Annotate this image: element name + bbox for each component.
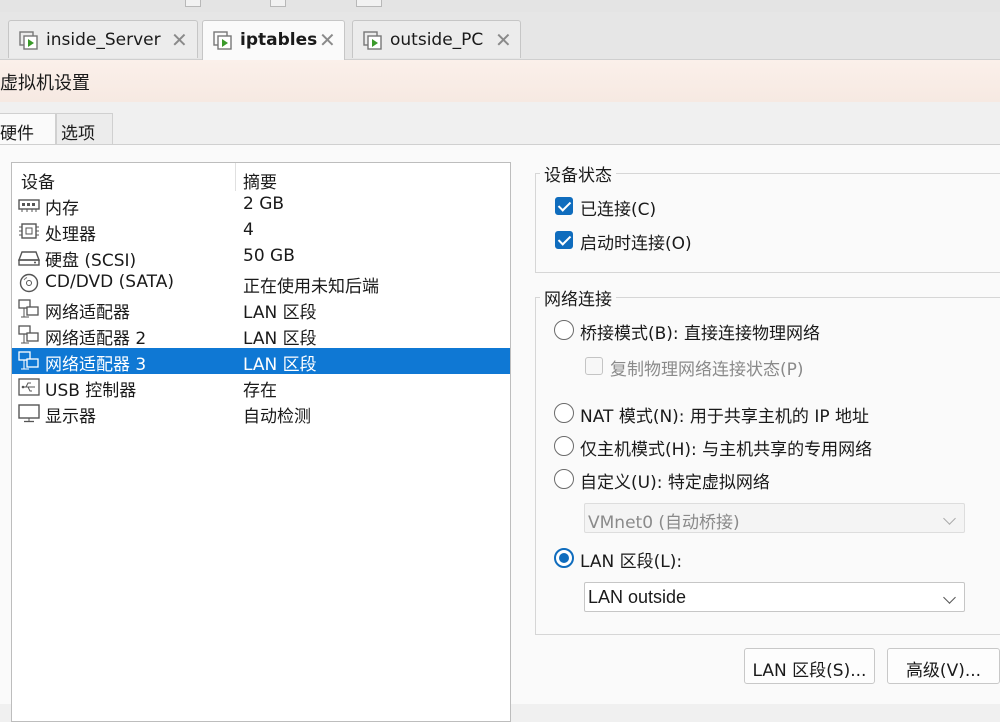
column-header-summary[interactable]: 摘要 bbox=[243, 168, 277, 193]
vm-play-icon bbox=[213, 31, 232, 50]
device-row-memory[interactable]: 内存 2 GB bbox=[12, 192, 510, 219]
device-row-processor[interactable]: 处理器 4 bbox=[12, 218, 510, 245]
tab-label: iptables bbox=[240, 30, 318, 50]
custom-network-dropdown[interactable]: VMnet0 (自动桥接) bbox=[584, 503, 965, 533]
device-summary: LAN 区段 bbox=[243, 303, 317, 323]
custom-label[interactable]: 自定义(U): 特定虚拟网络 bbox=[580, 468, 770, 493]
host-only-radio[interactable] bbox=[554, 436, 574, 456]
vm-tab-bar: inside_Server ✕ iptables ✕ outside_PC ✕ bbox=[0, 12, 1000, 60]
device-status-group bbox=[535, 173, 1000, 273]
device-list-header: 设备 摘要 bbox=[12, 163, 510, 193]
device-name: 硬盘 (SCSI) bbox=[45, 251, 137, 271]
device-row-cd-dvd[interactable]: CD/DVD (SATA) 正在使用未知后端 bbox=[12, 270, 510, 297]
cd-dvd-icon bbox=[19, 273, 39, 293]
hard-disk-icon bbox=[18, 251, 40, 266]
device-name: 内存 bbox=[45, 199, 79, 219]
usb-icon bbox=[18, 378, 40, 396]
display-icon bbox=[18, 404, 40, 423]
device-row-usb-controller[interactable]: USB 控制器 存在 bbox=[12, 374, 510, 401]
device-summary: 2 GB bbox=[243, 194, 285, 214]
device-name: USB 控制器 bbox=[45, 381, 137, 401]
column-header-device[interactable]: 设备 bbox=[21, 168, 55, 193]
dialog-title: 虚拟机设置 bbox=[0, 73, 90, 94]
settings-tabs: 硬件 选项 bbox=[0, 103, 1000, 144]
device-summary: LAN 区段 bbox=[243, 329, 317, 349]
device-name: 网络适配器 2 bbox=[45, 329, 147, 349]
vm-play-icon bbox=[19, 31, 38, 50]
memory-icon bbox=[18, 199, 40, 212]
device-row-hard-disk[interactable]: 硬盘 (SCSI) 50 GB bbox=[12, 244, 510, 271]
device-name: 网络适配器 bbox=[45, 303, 130, 323]
lan-segment-radio[interactable] bbox=[554, 548, 574, 568]
nat-radio[interactable] bbox=[554, 403, 574, 423]
device-row-network-adapter-2[interactable]: 网络适配器 2 LAN 区段 bbox=[12, 322, 510, 349]
advanced-button[interactable]: 高级(V)... bbox=[887, 648, 1000, 684]
device-row-network-adapter[interactable]: 网络适配器 LAN 区段 bbox=[12, 296, 510, 323]
device-summary: 50 GB bbox=[243, 246, 295, 266]
network-adapter-icon bbox=[18, 351, 39, 370]
column-divider[interactable] bbox=[235, 163, 236, 191]
bridged-label[interactable]: 桥接模式(B): 直接连接物理网络 bbox=[580, 319, 820, 344]
device-list[interactable]: 设备 摘要 内存 2 GB 处理器 4 硬盘 (SCSI) 50 GB CD/D… bbox=[11, 162, 511, 722]
device-summary: 4 bbox=[243, 220, 254, 240]
chevron-down-icon bbox=[943, 591, 956, 604]
device-name: CD/DVD (SATA) bbox=[45, 272, 174, 292]
network-adapter-icon bbox=[18, 299, 39, 318]
tab-hardware[interactable]: 硬件 bbox=[0, 113, 56, 144]
tab-outside-pc[interactable]: outside_PC ✕ bbox=[352, 20, 521, 58]
nat-label[interactable]: NAT 模式(N): 用于共享主机的 IP 地址 bbox=[580, 402, 869, 427]
dialog-title-bar: 虚拟机设置 bbox=[0, 60, 1000, 102]
host-only-label[interactable]: 仅主机模式(H): 与主机共享的专用网络 bbox=[580, 435, 872, 460]
tab-options[interactable]: 选项 bbox=[56, 113, 113, 144]
close-icon[interactable]: ✕ bbox=[319, 28, 336, 52]
close-icon[interactable]: ✕ bbox=[171, 28, 188, 52]
chevron-down-icon bbox=[943, 512, 956, 525]
device-row-display[interactable]: 显示器 自动检测 bbox=[12, 400, 510, 427]
device-status-title: 设备状态 bbox=[540, 161, 616, 186]
connect-at-power-on-label[interactable]: 启动时连接(O) bbox=[580, 229, 692, 254]
network-adapter-icon bbox=[18, 325, 39, 344]
device-name: 处理器 bbox=[45, 225, 96, 245]
lan-segment-label[interactable]: LAN 区段(L): bbox=[580, 547, 682, 572]
tab-label: inside_Server bbox=[46, 30, 161, 50]
device-summary: 自动检测 bbox=[243, 407, 311, 427]
connected-checkbox[interactable] bbox=[555, 197, 573, 215]
lan-segment-dropdown[interactable]: LAN outside bbox=[584, 582, 965, 612]
device-name: 网络适配器 3 bbox=[45, 355, 147, 375]
connected-label[interactable]: 已连接(C) bbox=[580, 195, 656, 220]
network-connection-title: 网络连接 bbox=[540, 285, 616, 310]
tab-inside-server[interactable]: inside_Server ✕ bbox=[8, 20, 198, 58]
tab-label: outside_PC bbox=[390, 30, 484, 50]
device-name: 显示器 bbox=[45, 407, 96, 427]
device-row-network-adapter-3[interactable]: 网络适配器 3 LAN 区段 bbox=[12, 348, 510, 375]
connect-at-power-on-checkbox[interactable] bbox=[555, 231, 573, 249]
device-summary: 存在 bbox=[243, 381, 277, 401]
device-summary: LAN 区段 bbox=[243, 355, 317, 375]
custom-network-value: VMnet0 (自动桥接) bbox=[588, 513, 740, 533]
lan-segment-value: LAN outside bbox=[588, 587, 687, 607]
custom-radio[interactable] bbox=[554, 469, 574, 489]
close-icon[interactable]: ✕ bbox=[495, 28, 512, 52]
tab-iptables[interactable]: iptables ✕ bbox=[202, 20, 345, 60]
lan-segments-button[interactable]: LAN 区段(S)... bbox=[744, 648, 875, 684]
toolbar-button-stub[interactable] bbox=[270, 0, 286, 7]
bridged-radio[interactable] bbox=[554, 320, 574, 340]
vm-play-icon bbox=[363, 31, 382, 50]
toolbar-button-stub[interactable] bbox=[356, 0, 382, 7]
processor-icon bbox=[19, 223, 39, 239]
replicate-state-checkbox[interactable] bbox=[585, 357, 603, 375]
device-summary: 正在使用未知后端 bbox=[243, 277, 379, 297]
replicate-state-label[interactable]: 复制物理网络连接状态(P) bbox=[610, 355, 804, 380]
toolbar-button-stub[interactable] bbox=[185, 0, 201, 7]
